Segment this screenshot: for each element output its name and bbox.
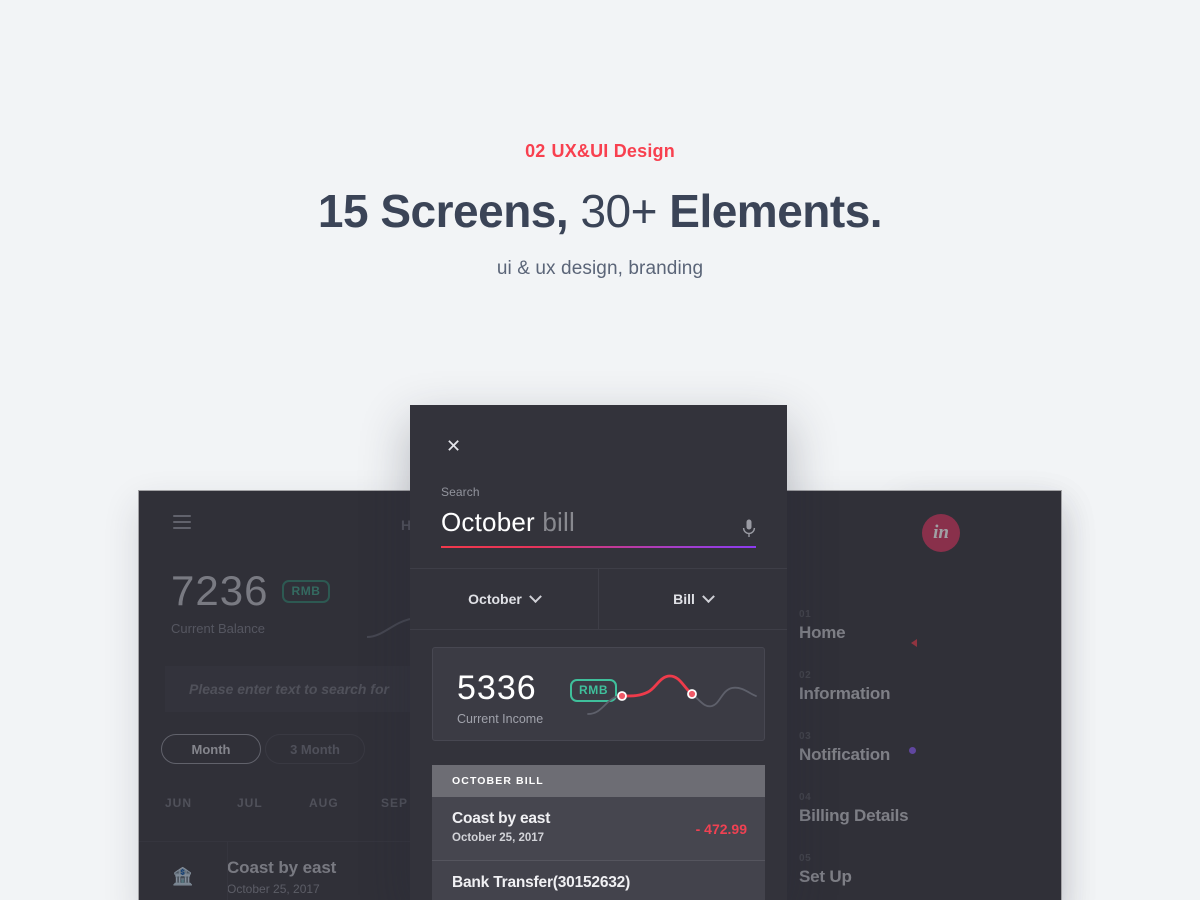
menu-number: 03 <box>799 731 812 742</box>
search-underline <box>441 546 756 548</box>
tab-month[interactable]: Month <box>161 734 261 764</box>
menu-number: 01 <box>799 609 812 620</box>
table-row[interactable]: Bank Transfer(30152632) <box>432 861 765 900</box>
search-value: October bill <box>441 507 756 538</box>
search-field[interactable]: Search October bill <box>441 485 756 548</box>
search-placeholder-text: Please enter text to search for <box>189 681 389 697</box>
headline-part-1: 15 Screens, <box>317 185 569 237</box>
search-modal[interactable]: ✕ Search October bill October Bill 5336 … <box>410 405 787 900</box>
transaction-date: October 25, 2017 <box>227 881 320 896</box>
headline-part-3: Elements. <box>669 185 883 237</box>
chevron-down-icon <box>528 589 542 603</box>
menu-label: Home <box>799 623 846 642</box>
section-eyebrow: 02 UX&UI Design <box>0 138 1200 164</box>
income-amount: 5336 <box>457 669 537 707</box>
home-pointer-arrow-icon <box>911 639 917 647</box>
balance-amount: 7236 <box>171 567 269 614</box>
menu-number: 04 <box>799 792 812 803</box>
search-suggestion-text: bill <box>542 507 575 537</box>
bill-list: Coast by east October 25, 2017 - 472.99 … <box>432 797 765 900</box>
table-row[interactable]: Coast by east October 25, 2017 - 472.99 <box>432 797 765 861</box>
search-label: Search <box>441 485 480 499</box>
close-icon[interactable]: ✕ <box>446 437 464 455</box>
microphone-icon[interactable] <box>742 519 756 539</box>
eyebrow-text: UX&UI Design <box>551 141 675 161</box>
dropdown-month-label: October <box>468 591 522 607</box>
sidebar-item-information[interactable]: 02 Information <box>799 670 908 704</box>
search-typed-text: October <box>441 507 535 537</box>
income-caption: Current Income <box>457 712 544 726</box>
income-card[interactable]: 5336 RMB Current Income <box>432 647 765 741</box>
balance-caption: Current Balance <box>171 621 265 636</box>
menu-label: Billing Details <box>799 806 909 825</box>
bill-name: Bank Transfer(30152632) <box>452 874 631 891</box>
list-item-divider <box>227 841 228 900</box>
page-subtitle: ui & ux design, branding <box>496 258 704 279</box>
tab-3-month[interactable]: 3 Month <box>265 734 365 764</box>
menu-number: 05 <box>799 853 812 864</box>
headline-part-2: 30+ <box>580 185 657 237</box>
sidebar-item-notification[interactable]: 03 Notification <box>799 731 917 765</box>
transaction-title: Coast by east <box>227 857 337 877</box>
sidebar-item-billing-details[interactable]: 04 Billing Details <box>799 792 909 826</box>
notification-badge-dot <box>909 747 917 754</box>
dropdown-month[interactable]: October <box>410 569 598 629</box>
hamburger-icon[interactable] <box>173 515 191 529</box>
period-tabs: Month 3 Month <box>161 734 365 764</box>
month-tick: AUG <box>309 796 339 810</box>
menu-label: Set Up <box>799 867 852 886</box>
income-sparkline <box>587 674 757 715</box>
invision-badge-icon: in <box>922 514 960 552</box>
page-header: 02 UX&UI Design 15 Screens, 30+ Elements.… <box>0 0 1200 280</box>
menu-label: Notification <box>799 745 891 764</box>
currency-badge: RMB <box>282 579 330 603</box>
menu-label: Information <box>799 684 891 703</box>
nav-menu: 01 Home 02 Information 03 Notification 0… <box>799 609 917 900</box>
bank-icon: 🏦 <box>172 866 194 886</box>
month-tick: JUN <box>165 796 193 810</box>
filter-row: October Bill <box>410 568 787 630</box>
sidebar-item-set-up[interactable]: 05 Set Up <box>799 853 908 887</box>
chevron-down-icon <box>702 589 715 603</box>
page-title: 15 Screens, 30+ Elements. <box>0 184 1200 238</box>
balance-block: 7236 RMB Current Balance <box>171 569 330 636</box>
bill-amount: - 472.99 <box>695 821 747 837</box>
sidebar-item-home[interactable]: 01 Home <box>799 609 908 643</box>
dropdown-type[interactable]: Bill <box>598 569 787 629</box>
month-tick: JUL <box>237 796 263 810</box>
dropdown-type-label: Bill <box>673 591 695 607</box>
eyebrow-number: 02 <box>525 141 546 161</box>
bill-section-header: OCTOBER BILL <box>432 765 765 797</box>
menu-number: 02 <box>799 670 812 681</box>
